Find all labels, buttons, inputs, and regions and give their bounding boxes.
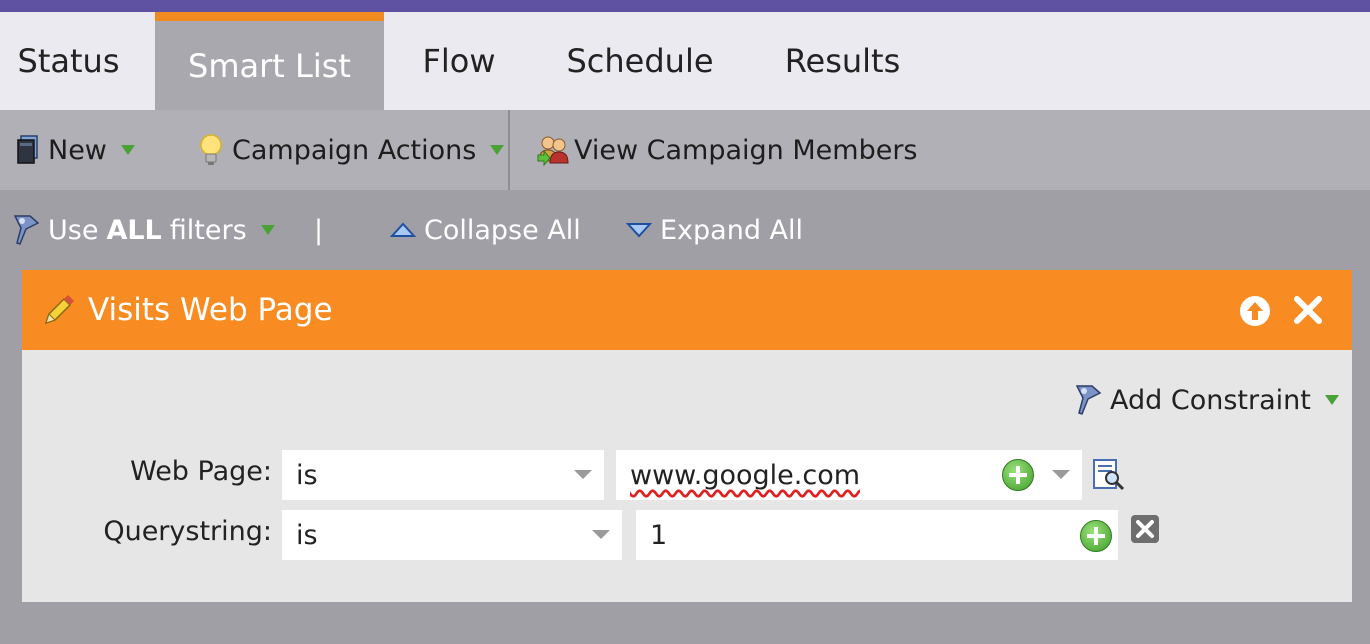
arrow-up-circle-icon[interactable] <box>1238 294 1272 328</box>
tab-results[interactable]: Results <box>770 12 915 110</box>
delete-box-icon[interactable] <box>1130 514 1160 544</box>
toolbar-divider <box>508 110 510 190</box>
filter-card-body: Add Constraint Web Page: is www.google.c… <box>22 350 1352 602</box>
expand-all-label: Expand All <box>660 214 804 246</box>
querystring-value-input[interactable]: 1 <box>636 510 1118 560</box>
filter-options-bar: Use ALL filters | Collapse All Expand Al… <box>0 190 1370 270</box>
tab-flow-label: Flow <box>422 42 496 80</box>
tab-flow[interactable]: Flow <box>400 12 518 110</box>
add-constraint-label: Add Constraint <box>1110 384 1311 416</box>
querystring-operator-select[interactable]: is <box>282 510 622 560</box>
chevron-down-icon <box>1324 395 1339 405</box>
add-value-icon[interactable] <box>1080 520 1112 552</box>
collapse-all-label: Collapse All <box>424 214 581 246</box>
new-menu-button[interactable]: New <box>16 110 135 190</box>
web-page-label: Web Page: <box>130 456 272 487</box>
use-filters-menu[interactable]: Use ALL filters <box>12 190 275 270</box>
view-campaign-members-label: View Campaign Members <box>574 134 918 166</box>
chevron-down-icon <box>120 145 135 155</box>
querystring-operator-value: is <box>296 519 318 551</box>
add-value-icon[interactable] <box>1002 459 1034 491</box>
tab-status-label: Status <box>17 42 120 80</box>
chevron-down-icon <box>592 530 610 539</box>
filter-icon <box>1075 385 1102 415</box>
add-constraint-menu[interactable]: Add Constraint <box>1074 380 1339 420</box>
toolbar: New Campaign Actions View Campaign Membe… <box>0 110 1370 190</box>
chevron-down-icon <box>574 470 592 479</box>
use-all-bold: ALL <box>106 214 162 246</box>
top-accent-bar <box>0 0 1370 12</box>
chevron-down-icon <box>490 145 505 155</box>
tab-schedule[interactable]: Schedule <box>552 12 728 110</box>
campaign-actions-menu-button[interactable]: Campaign Actions <box>198 110 505 190</box>
pencil-icon <box>44 295 74 325</box>
search-list-icon[interactable] <box>1092 458 1126 492</box>
tab-bar: Status Smart List Flow Schedule Results <box>0 12 1370 110</box>
lightbulb-icon <box>200 134 222 165</box>
filter-icon <box>13 215 40 245</box>
new-document-icon <box>17 135 38 164</box>
new-label: New <box>48 134 107 166</box>
triangle-down-icon <box>626 223 652 238</box>
chevron-down-icon <box>260 225 275 235</box>
collapse-all-link[interactable]: Collapse All <box>390 190 581 270</box>
chevron-down-icon <box>1052 470 1070 479</box>
tab-results-label: Results <box>784 42 901 80</box>
web-page-operator-select[interactable]: is <box>282 450 604 500</box>
campaign-actions-label: Campaign Actions <box>232 134 477 166</box>
close-icon[interactable] <box>1292 294 1324 326</box>
web-page-value: www.google.com <box>630 459 861 491</box>
people-icon <box>537 136 569 167</box>
filter-title: Visits Web Page <box>88 292 333 328</box>
web-page-operator-value: is <box>296 459 318 491</box>
querystring-value: 1 <box>650 519 668 551</box>
tab-smart-list[interactable]: Smart List <box>155 12 384 110</box>
filter-card-header: Visits Web Page <box>22 270 1352 350</box>
querystring-label: Querystring: <box>103 516 272 547</box>
view-campaign-members-button[interactable]: View Campaign Members <box>536 110 918 190</box>
triangle-up-icon <box>390 222 416 237</box>
use-prefix: Use <box>48 214 99 246</box>
web-page-value-input[interactable]: www.google.com <box>616 450 1082 500</box>
filter-separator: | <box>314 214 324 246</box>
tab-smart-list-label: Smart List <box>188 46 351 85</box>
tab-status[interactable]: Status <box>0 12 137 110</box>
expand-all-link[interactable]: Expand All <box>626 190 803 270</box>
tab-schedule-label: Schedule <box>566 42 714 80</box>
use-suffix: filters <box>169 214 247 246</box>
